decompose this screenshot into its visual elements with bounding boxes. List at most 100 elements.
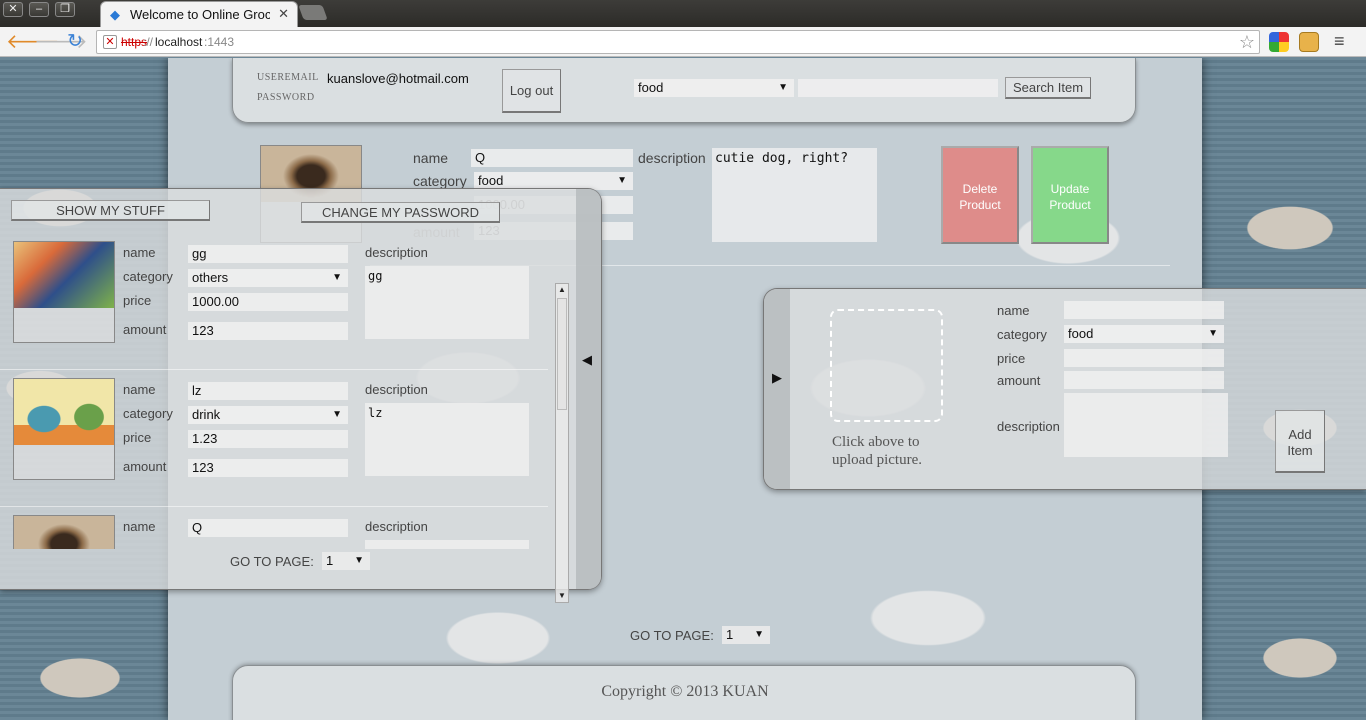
chevron-down-icon: ▼ xyxy=(754,629,764,640)
scrollbar-thumb[interactable] xyxy=(557,298,567,410)
search-category-select[interactable]: food ▼ xyxy=(634,79,794,97)
logout-button[interactable]: Log out xyxy=(502,69,561,113)
item-name-label: name xyxy=(123,245,156,260)
item-name-input[interactable]: gg xyxy=(188,245,348,263)
url-port: :1443 xyxy=(204,35,235,49)
change-password-button[interactable]: CHANGE MY PASSWORD xyxy=(301,202,500,223)
upload-hint-text: Click above to upload picture. xyxy=(832,434,922,468)
item-thumbnail[interactable] xyxy=(13,241,115,343)
list-scrollbar[interactable]: ▲ ▼ xyxy=(555,283,569,603)
menu-icon[interactable]: ≡ xyxy=(1334,31,1345,52)
address-bar[interactable]: ✕ https :// localhost :1443 ☆ xyxy=(96,30,1260,54)
tab-close-icon[interactable]: ✕ xyxy=(278,6,289,22)
chevron-down-icon: ▼ xyxy=(617,175,627,186)
item-category-select[interactable]: others ▼ xyxy=(188,269,348,287)
add-category-select[interactable]: food ▼ xyxy=(1064,325,1224,343)
item-category-label: category xyxy=(123,406,173,421)
item-thumbnail[interactable] xyxy=(13,378,115,480)
chevron-down-icon: ▼ xyxy=(778,82,788,93)
close-window-icon[interactable]: ✕ xyxy=(3,2,23,17)
insecure-lock-icon: ✕ xyxy=(103,35,117,49)
browser-tab[interactable]: ◆ Welcome to Online Groce ✕ xyxy=(100,1,298,28)
password-label: PASSWORD xyxy=(257,92,315,103)
item-description-label: description xyxy=(365,382,428,397)
extension-icon[interactable] xyxy=(1269,32,1289,52)
add-amount-input[interactable] xyxy=(1064,371,1224,389)
minimize-window-icon[interactable]: – xyxy=(29,2,49,17)
site-favicon-icon: ◆ xyxy=(110,7,120,22)
item-price-input[interactable]: 1000.00 xyxy=(188,293,348,311)
list-item: name gg category others ▼ price 1000.00 a… xyxy=(0,233,548,370)
item-amount-input[interactable]: 123 xyxy=(188,322,348,340)
my-stuff-list[interactable]: name gg category others ▼ price 1000.00 a… xyxy=(0,233,555,549)
item-description-textarea[interactable]: gg xyxy=(365,266,529,339)
list-item: name Q description xyxy=(0,507,548,549)
item-name-input[interactable]: Q xyxy=(188,519,348,537)
item-amount-label: amount xyxy=(123,322,167,337)
back-arrow-icon[interactable]: 🡐 xyxy=(6,30,60,54)
editor-category-value: food xyxy=(478,173,504,188)
item-name-input[interactable]: lz xyxy=(188,382,348,400)
url-separator: :// xyxy=(143,35,154,49)
header-box: USEREMAIL PASSWORD kuanslove@hotmail.com… xyxy=(232,58,1136,123)
item-price-input[interactable]: 1.23 xyxy=(188,430,348,448)
add-item-button[interactable]: Add Item xyxy=(1275,410,1325,473)
item-photo xyxy=(14,379,114,445)
editor-name-input[interactable]: Q xyxy=(471,149,633,167)
panel-goto-page-select[interactable]: 1 ▼ xyxy=(322,552,370,570)
browser-toolbar: 🡐 🡒 ↻ ✕ https :// localhost :1443 ☆ ≡ xyxy=(0,27,1366,57)
editor-description-textarea[interactable]: cutie dog, right? xyxy=(712,148,877,242)
search-category-value: food xyxy=(638,80,664,95)
item-thumbnail[interactable] xyxy=(13,515,115,549)
add-description-textarea[interactable] xyxy=(1064,393,1228,457)
search-item-button[interactable]: Search Item xyxy=(1005,77,1091,99)
editor-name-label: name xyxy=(413,150,449,166)
extension-box-icon[interactable] xyxy=(1299,32,1319,52)
copyright-text: Copyright © 2013 KUAN xyxy=(601,683,769,700)
new-tab-button[interactable] xyxy=(298,5,328,20)
tab-title: Welcome to Online Groce xyxy=(130,7,270,22)
add-name-input[interactable] xyxy=(1064,301,1224,319)
chevron-down-icon: ▼ xyxy=(332,272,342,283)
my-stuff-panel-tab[interactable] xyxy=(576,189,601,589)
collapse-left-arrow-icon[interactable]: ◀ xyxy=(582,352,592,368)
item-category-label: category xyxy=(123,269,173,284)
update-product-button[interactable]: Update Product xyxy=(1031,146,1109,244)
panel-goto-page-label: GO TO PAGE: xyxy=(230,554,314,569)
upload-picture-dropzone[interactable] xyxy=(830,309,943,422)
useremail-label: USEREMAIL xyxy=(257,72,319,83)
bookmark-star-icon[interactable]: ☆ xyxy=(1239,32,1255,53)
forward-arrow-icon[interactable]: 🡒 xyxy=(34,30,88,54)
item-category-value: others xyxy=(192,270,229,285)
item-name-label: name xyxy=(123,382,156,397)
item-amount-input[interactable]: 123 xyxy=(188,459,348,477)
add-item-panel-tab[interactable] xyxy=(764,289,790,489)
add-item-panel: ▶ Click above to upload picture. name ca… xyxy=(763,288,1366,490)
delete-product-button[interactable]: Delete Product xyxy=(941,146,1019,244)
item-photo xyxy=(14,516,114,549)
add-amount-label: amount xyxy=(997,373,1041,388)
expand-right-arrow-icon[interactable]: ▶ xyxy=(772,370,782,386)
item-price-label: price xyxy=(123,430,152,445)
scroll-up-icon[interactable]: ▲ xyxy=(556,284,568,296)
maximize-window-icon[interactable]: ❐ xyxy=(55,2,75,17)
chevron-down-icon: ▼ xyxy=(1208,328,1218,339)
item-photo xyxy=(14,242,114,308)
page-viewport: USEREMAIL PASSWORD kuanslove@hotmail.com… xyxy=(0,58,1366,720)
reload-icon[interactable]: ↻ xyxy=(63,30,87,54)
item-description-textarea[interactable]: lz xyxy=(365,403,529,476)
footer-box: Copyright © 2013 KUAN xyxy=(232,665,1136,720)
editor-description-label: description xyxy=(638,150,706,166)
window-titlebar: ✕ – ❐ ◆ Welcome to Online Groce ✕ xyxy=(0,0,1366,28)
useremail-value: kuanslove@hotmail.com xyxy=(327,71,469,86)
search-input[interactable] xyxy=(798,79,998,97)
item-name-label: name xyxy=(123,519,156,534)
panel-goto-page-value: 1 xyxy=(326,553,334,568)
show-my-stuff-button[interactable]: SHOW MY STUFF xyxy=(11,200,210,221)
goto-page-select[interactable]: 1 ▼ xyxy=(722,626,770,644)
item-category-select[interactable]: drink ▼ xyxy=(188,406,348,424)
item-description-textarea[interactable] xyxy=(365,540,529,549)
scroll-down-icon[interactable]: ▼ xyxy=(556,590,568,602)
editor-category-label: category xyxy=(413,173,467,189)
add-price-input[interactable] xyxy=(1064,349,1224,367)
